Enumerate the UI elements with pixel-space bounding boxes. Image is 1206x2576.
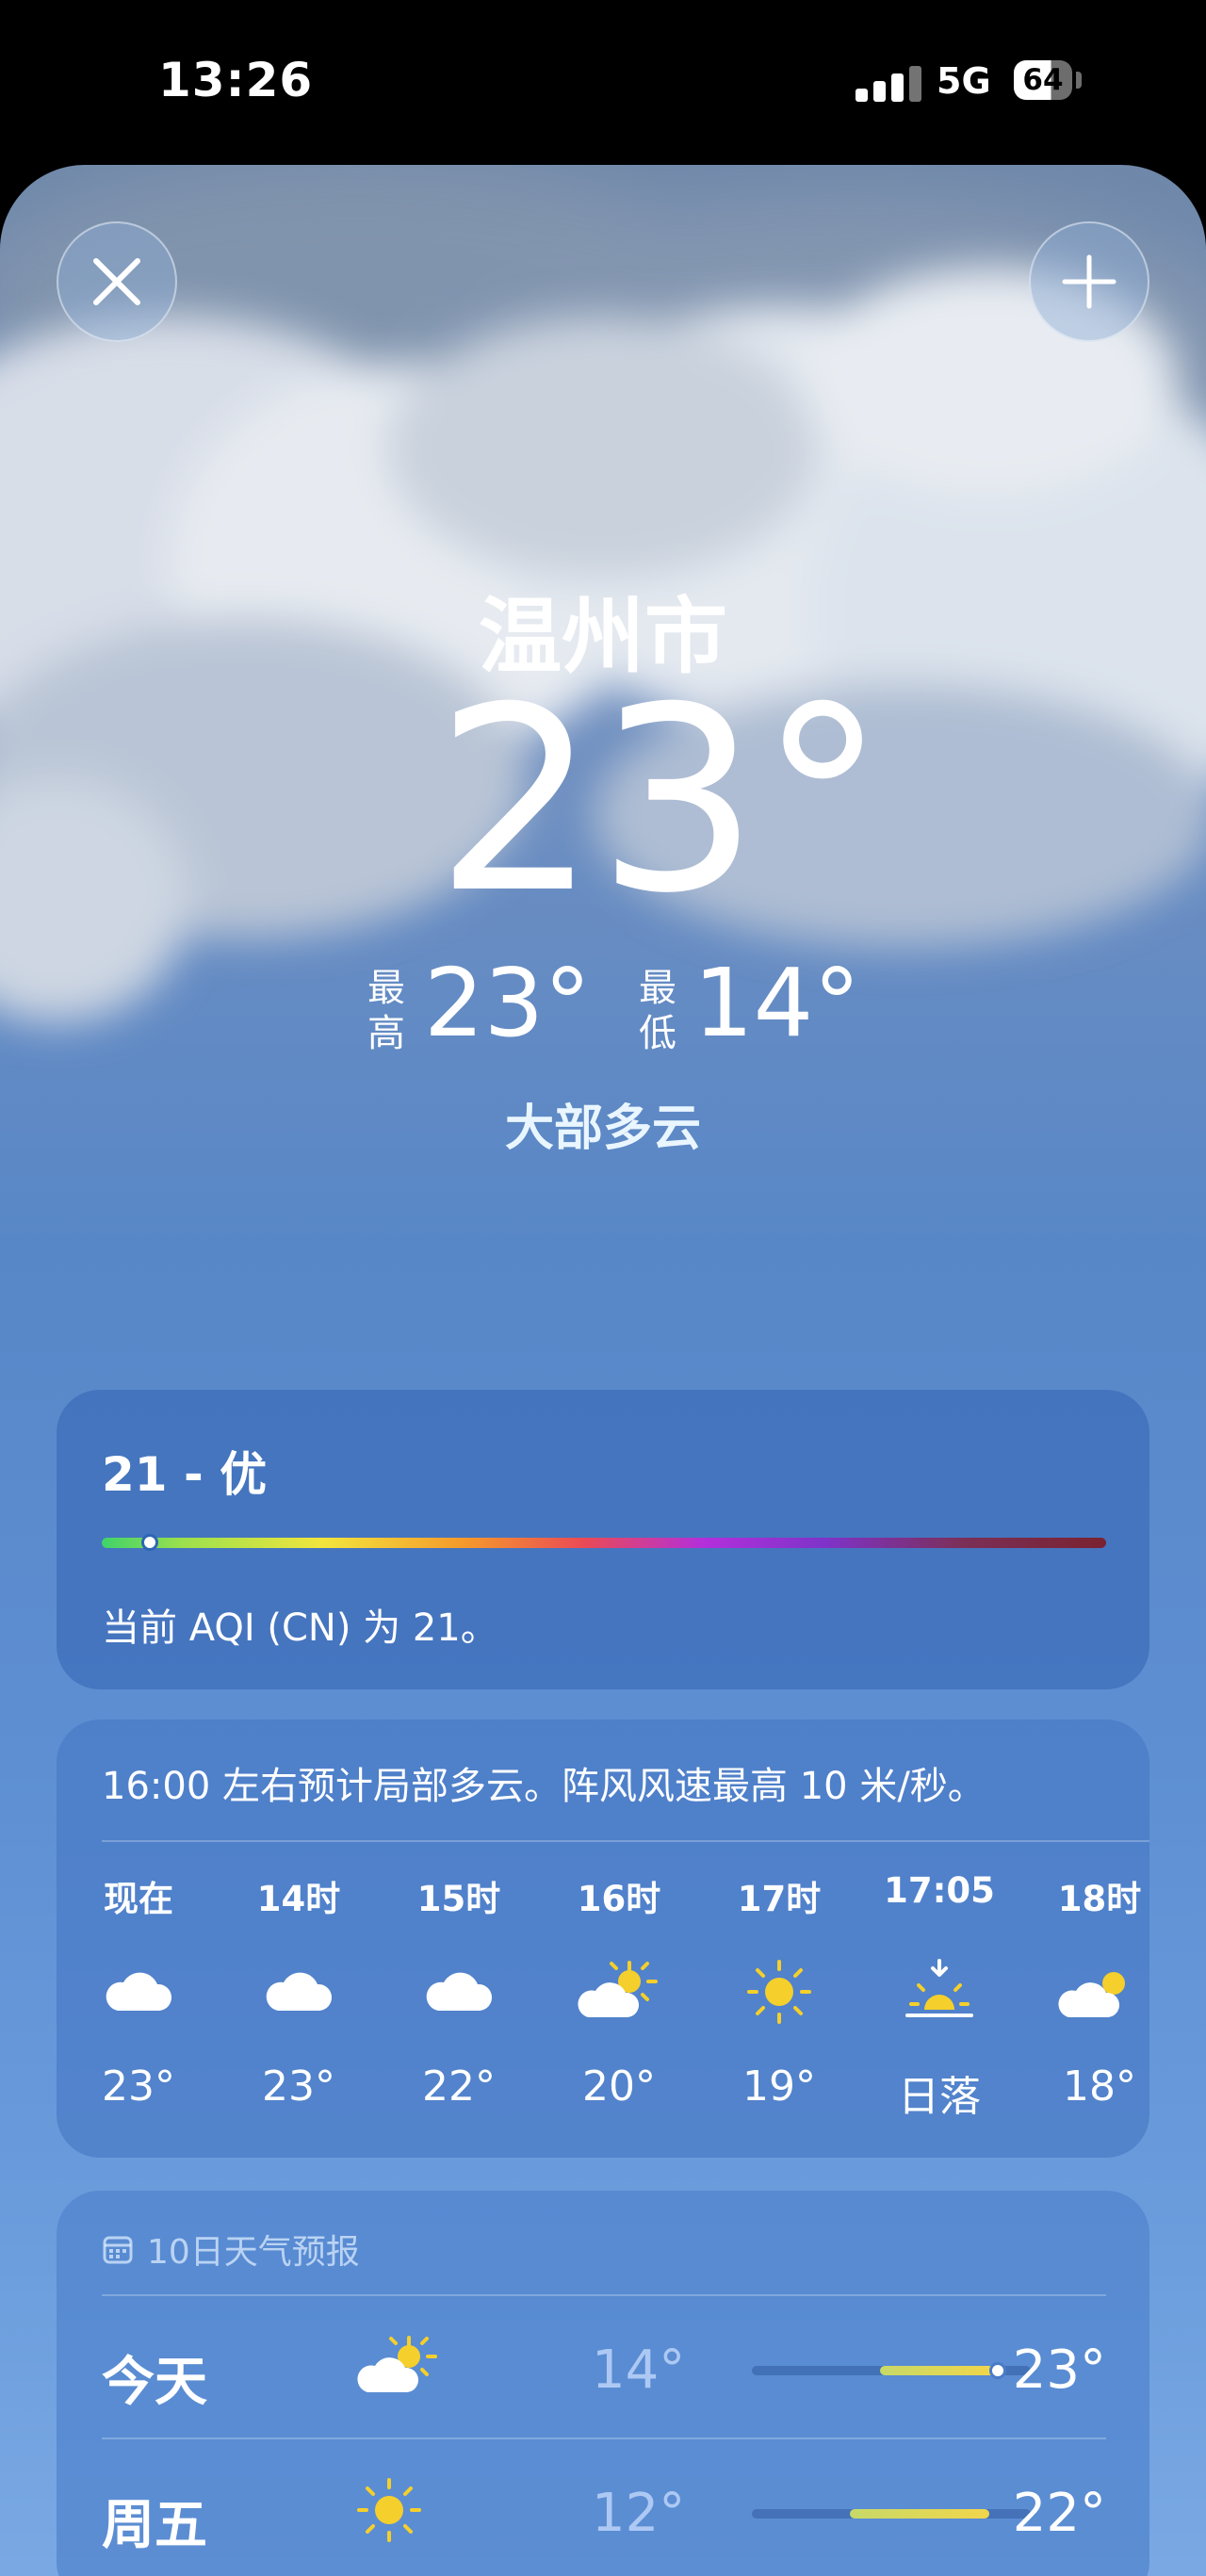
temperature-range-fill xyxy=(880,2366,997,2375)
network-type: 5G xyxy=(937,60,991,102)
cloud-icon xyxy=(106,1972,172,2011)
aqi-scale-bar xyxy=(102,1538,1106,1548)
partly-cloudy-icon xyxy=(1058,1972,1125,2017)
temperature-degree: ° xyxy=(758,652,887,949)
hour-temperature: 23° xyxy=(262,2062,335,2111)
daily-row[interactable]: 今天 14° 23° xyxy=(102,2296,1106,2437)
hour-item[interactable]: 14时 23° xyxy=(228,1870,369,2111)
hour-label: 14时 xyxy=(256,1879,341,1919)
hour-temperature: 日落 xyxy=(898,2073,981,2121)
low-temperature: 14° xyxy=(693,948,861,1058)
weather-screen: 温州市 23° 最高 23° 最低 14° 大部多云 21 - 优 当前 AQI… xyxy=(0,165,1206,2576)
close-button[interactable] xyxy=(57,221,177,342)
hour-label: 17:05 xyxy=(884,1870,995,1911)
low-temp: 14° xyxy=(592,2340,686,2401)
hour-item[interactable]: 17时 19° xyxy=(709,1870,850,2111)
day-label: 周五 xyxy=(102,2495,207,2556)
aqi-title: 21 - 优 xyxy=(102,1447,268,1502)
plus-icon xyxy=(1062,254,1116,309)
high-temp: 23° xyxy=(1012,2340,1106,2401)
close-icon xyxy=(93,258,140,305)
temperature-value: 23 xyxy=(435,652,759,949)
sun-icon xyxy=(357,2478,421,2542)
hourly-summary: 16:00 左右预计局部多云。阵风风速最高 10 米/秒。 xyxy=(102,1765,986,1808)
hour-item[interactable]: 16时 20° xyxy=(548,1870,690,2111)
cellular-signal-icon xyxy=(856,66,921,102)
air-quality-card[interactable]: 21 - 优 当前 AQI (CN) 为 21。 xyxy=(57,1390,1149,1689)
hour-item[interactable]: 15时 22° xyxy=(388,1870,530,2111)
high-temp: 22° xyxy=(1012,2483,1106,2544)
condition-text: 大部多云 xyxy=(504,1101,701,1157)
status-bar: 13:26 5G 64 xyxy=(0,0,1206,165)
daily-row[interactable]: 周五 12° 22° xyxy=(102,2439,1106,2576)
aqi-indicator xyxy=(141,1534,158,1551)
aqi-description: 当前 AQI (CN) 为 21。 xyxy=(102,1606,498,1650)
temperature-range-fill xyxy=(850,2509,989,2519)
low-label: 最低 xyxy=(639,967,676,1055)
hour-temperature: 23° xyxy=(102,2062,175,2111)
high-temperature: 23° xyxy=(424,948,592,1058)
hour-label: 现在 xyxy=(104,1879,173,1919)
hour-item[interactable]: 现在 23° xyxy=(68,1870,209,2111)
calendar-icon xyxy=(103,2236,133,2264)
current-temp-marker xyxy=(989,2362,1006,2379)
battery-tip xyxy=(1076,72,1082,89)
partly-sunny-icon xyxy=(357,2336,437,2392)
low-temp: 12° xyxy=(592,2483,686,2544)
hour-temperature: 19° xyxy=(742,2062,816,2111)
current-temperature: 23° xyxy=(435,674,887,928)
hour-label: 15时 xyxy=(416,1879,501,1919)
hour-item[interactable]: 17:05 日落 xyxy=(869,1870,1010,2123)
hour-label: 18时 xyxy=(1057,1879,1142,1919)
battery-icon: 64 xyxy=(1014,60,1072,100)
ten-day-header: 10日天气预报 xyxy=(102,2225,360,2274)
temperature-range-bar xyxy=(752,2362,1031,2379)
hour-label: 17时 xyxy=(737,1879,822,1919)
ten-day-title: 10日天气预报 xyxy=(147,2233,360,2272)
sun-icon xyxy=(747,1960,811,2024)
battery-level: 64 xyxy=(1022,63,1064,97)
temperature-range-bar xyxy=(752,2509,1031,2519)
day-label: 今天 xyxy=(102,2352,207,2413)
ten-day-forecast-card[interactable]: 10日天气预报 今天 14° 23° 周五 12° 22° xyxy=(57,2191,1149,2576)
hour-item[interactable]: 18时 18° xyxy=(1029,1870,1170,2111)
high-label: 最高 xyxy=(367,967,405,1055)
hour-temperature: 18° xyxy=(1063,2062,1136,2111)
sunset-icon xyxy=(905,1959,973,2017)
hour-temperature: 20° xyxy=(582,2062,656,2111)
cloud-icon xyxy=(266,1972,333,2011)
hour-temperature: 22° xyxy=(422,2062,496,2111)
cloud-icon xyxy=(426,1972,493,2011)
hourly-divider xyxy=(102,1840,1149,1842)
partly-sunny-icon xyxy=(578,1961,658,2017)
hour-label: 16时 xyxy=(577,1879,661,1919)
add-location-button[interactable] xyxy=(1029,221,1149,342)
hourly-forecast-card[interactable]: 16:00 左右预计局部多云。阵风风速最高 10 米/秒。 现在 23° 14时… xyxy=(57,1720,1149,2158)
status-time: 13:26 xyxy=(158,53,314,107)
